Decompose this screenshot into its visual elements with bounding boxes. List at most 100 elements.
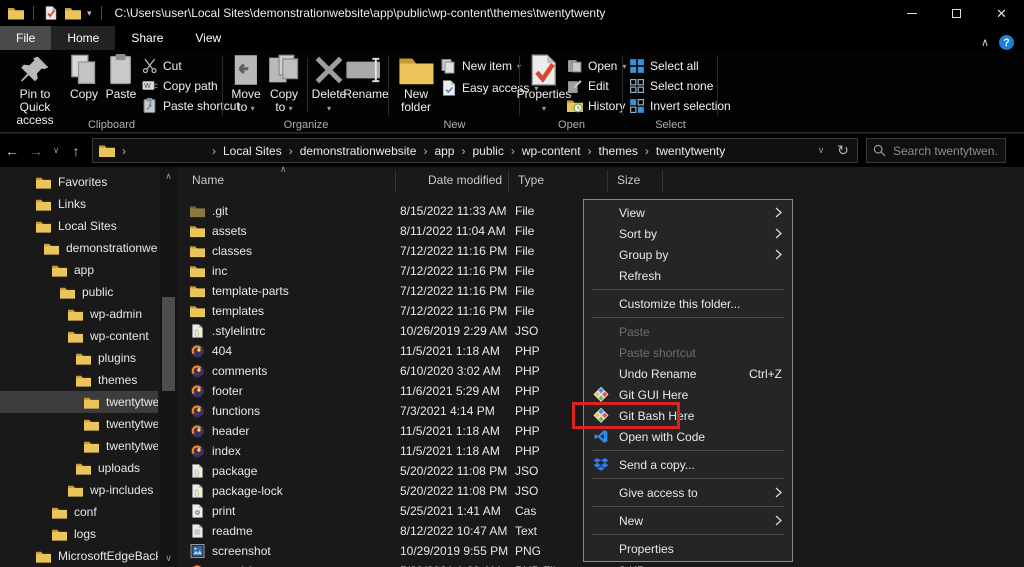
address-dropdown-icon[interactable]: ∨ xyxy=(813,145,829,156)
maximize-button[interactable] xyxy=(934,0,979,26)
column-headers: ∧ Name Date modified Type Size xyxy=(180,170,740,192)
folder-icon xyxy=(190,264,205,278)
menu-item-view[interactable]: View xyxy=(584,202,792,223)
scroll-down-icon[interactable]: ∨ xyxy=(160,553,177,564)
select-all-button[interactable]: Select all xyxy=(629,57,699,75)
properties-button[interactable]: Properties▾ xyxy=(524,54,564,115)
copy-to-button[interactable]: Copy to ▾ xyxy=(266,54,302,115)
chevron-right-icon[interactable]: › xyxy=(581,144,599,158)
chevron-down-icon[interactable]: ▾ xyxy=(87,8,92,19)
menu-item-paste-shortcut: Paste shortcut xyxy=(584,342,792,363)
tree-item-favorites[interactable]: Favorites xyxy=(0,171,158,193)
refresh-icon[interactable]: ↻ xyxy=(829,142,857,159)
menu-item-git-gui-here[interactable]: Git GUI Here xyxy=(584,384,792,405)
tree-item-microsoftedgebacku[interactable]: MicrosoftEdgeBacku xyxy=(0,545,158,567)
cut-button[interactable]: Cut xyxy=(142,57,182,75)
new-folder-button[interactable]: Newfolder xyxy=(395,54,437,114)
tree-item-links[interactable]: Links xyxy=(0,193,158,215)
select-none-button[interactable]: Select none xyxy=(629,77,713,95)
forward-button[interactable]: → xyxy=(24,143,48,159)
column-header-size[interactable]: Size xyxy=(617,173,640,187)
back-button[interactable]: ← xyxy=(0,143,24,159)
tree-item-wp-content[interactable]: wp-content xyxy=(0,325,158,347)
menu-item-new[interactable]: New xyxy=(584,510,792,531)
cut-icon xyxy=(142,58,158,74)
chevron-right-icon[interactable]: › xyxy=(205,144,223,158)
delete-button[interactable]: Delete▾ xyxy=(311,54,347,115)
menu-item-undo-rename[interactable]: Undo RenameCtrl+Z xyxy=(584,363,792,384)
address-bar[interactable]: ››Local Sites›demonstrationwebsite›app›p… xyxy=(92,138,858,163)
tree-item-twentytwen[interactable]: twentytwen xyxy=(0,413,158,435)
menu-item-customize-this-folder[interactable]: Customize this folder... xyxy=(584,293,792,314)
breadcrumb-segment[interactable]: public xyxy=(472,144,503,158)
move-to-button[interactable]: Move to ▾ xyxy=(228,54,264,115)
tree-item-public[interactable]: public xyxy=(0,281,158,303)
new-item-icon xyxy=(441,58,457,74)
edit-button[interactable]: Edit xyxy=(567,77,609,95)
recent-locations-icon[interactable]: ∨ xyxy=(48,145,64,156)
checkmark-document-icon[interactable] xyxy=(43,6,59,20)
tree-item-twentytwen[interactable]: twentytwen xyxy=(0,391,158,413)
tree-item-twentytwen[interactable]: twentytwen xyxy=(0,435,158,457)
copy-button[interactable]: Copy xyxy=(66,54,102,101)
copy-path-button[interactable]: W Copy path xyxy=(142,77,218,95)
chevron-right-icon[interactable]: › xyxy=(282,144,300,158)
column-header-name[interactable]: Name xyxy=(192,173,224,187)
breadcrumb-segment[interactable]: Local Sites xyxy=(223,144,282,158)
tree-item-wp-admin[interactable]: wp-admin xyxy=(0,303,158,325)
tree-item-logs[interactable]: logs xyxy=(0,523,158,545)
tab-share[interactable]: Share xyxy=(115,26,179,50)
close-button[interactable]: ✕ xyxy=(979,0,1024,26)
menu-item-refresh[interactable]: Refresh xyxy=(584,265,792,286)
history-button[interactable]: History xyxy=(567,97,625,115)
tree-item-plugins[interactable]: plugins xyxy=(0,347,158,369)
search-input[interactable] xyxy=(893,144,999,158)
menu-item-sort-by[interactable]: Sort by xyxy=(584,223,792,244)
paste-shortcut-icon xyxy=(142,98,158,114)
chevron-right-icon[interactable]: › xyxy=(115,144,133,158)
breadcrumb-segment[interactable]: themes xyxy=(599,144,638,158)
minimize-button[interactable] xyxy=(889,0,934,26)
group-label-select: Select xyxy=(623,119,718,131)
tree-item-app[interactable]: app xyxy=(0,259,158,281)
menu-item-open-with-code[interactable]: Open with Code xyxy=(584,426,792,447)
column-header-type[interactable]: Type xyxy=(518,173,544,187)
column-header-date-modified[interactable]: Date modified xyxy=(428,173,502,187)
tab-home[interactable]: Home xyxy=(51,26,115,50)
paste-button[interactable]: Paste xyxy=(102,54,140,101)
collapse-ribbon-icon[interactable]: ∧ xyxy=(981,36,989,49)
menu-item-send-a-copy[interactable]: Send a copy... xyxy=(584,454,792,475)
chevron-right-icon[interactable]: › xyxy=(638,144,656,158)
menu-item-give-access-to[interactable]: Give access to xyxy=(584,482,792,503)
menu-item-group-by[interactable]: Group by xyxy=(584,244,792,265)
pin-to-quick-access-button[interactable]: Pin to Quick access xyxy=(6,54,64,127)
chevron-right-icon[interactable]: › xyxy=(416,144,434,158)
folder-icon[interactable] xyxy=(65,6,81,20)
breadcrumb-segment[interactable]: demonstrationwebsite xyxy=(300,144,417,158)
scroll-up-icon[interactable]: ∧ xyxy=(160,171,177,182)
chevron-right-icon[interactable]: › xyxy=(454,144,472,158)
chevron-right-icon[interactable]: › xyxy=(504,144,522,158)
tree-item-uploads[interactable]: uploads xyxy=(0,457,158,479)
tab-view[interactable]: View xyxy=(179,26,237,50)
open-button[interactable]: Open▾ xyxy=(567,57,626,75)
tree-item-themes[interactable]: themes xyxy=(0,369,158,391)
tree-item-demonstrationwebs[interactable]: demonstrationwebs xyxy=(0,237,158,259)
scrollbar-thumb[interactable] xyxy=(162,297,175,391)
up-button[interactable]: ↑ xyxy=(64,143,88,159)
help-icon[interactable]: ? xyxy=(999,35,1014,50)
breadcrumb-segment[interactable]: app xyxy=(434,144,454,158)
tree-item-local-sites[interactable]: Local Sites xyxy=(0,215,158,237)
new-item-button[interactable]: New item▾ xyxy=(441,57,521,75)
sidebar-scrollbar[interactable]: ∧ ∨ xyxy=(160,167,177,567)
search-box[interactable] xyxy=(866,138,1006,163)
menu-item-git-bash-here[interactable]: Git Bash Here xyxy=(584,405,792,426)
tab-file[interactable]: File xyxy=(0,26,51,50)
menu-item-properties[interactable]: Properties xyxy=(584,538,792,559)
tree-item-wp-includes[interactable]: wp-includes xyxy=(0,479,158,501)
invert-selection-button[interactable]: Invert selection xyxy=(629,97,731,115)
breadcrumb-segment[interactable]: twentytwenty xyxy=(656,144,725,158)
rename-button[interactable]: Rename xyxy=(345,54,387,101)
breadcrumb-segment[interactable]: wp-content xyxy=(522,144,581,158)
tree-item-conf[interactable]: conf xyxy=(0,501,158,523)
